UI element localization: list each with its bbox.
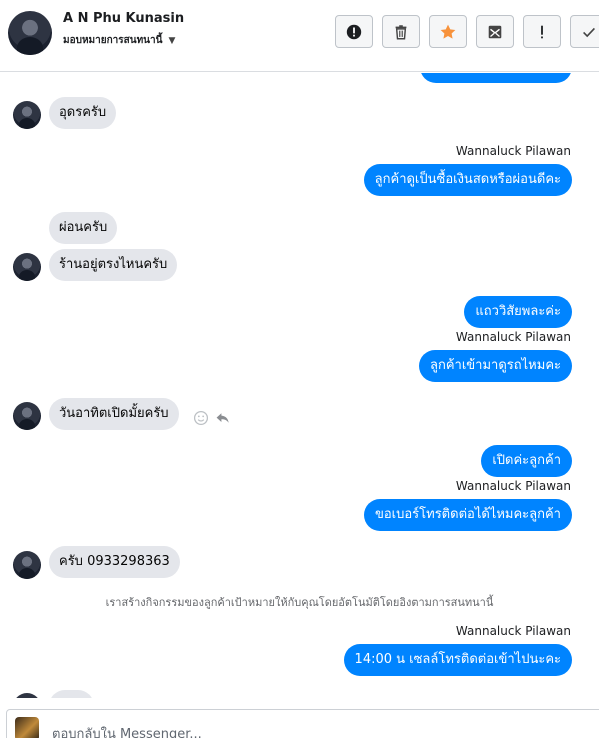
message-bubble-outgoing-partial[interactable] xyxy=(420,73,572,83)
contact-name[interactable]: A N Phu Kunasin xyxy=(63,11,184,26)
message-thread: อุดรครับ Wannaluck Pilawan ลูกค้าดูเป็นซ… xyxy=(0,73,599,698)
delete-button[interactable] xyxy=(382,15,420,48)
sender-name: Wannaluck Pilawan xyxy=(455,479,571,493)
message-bubble-incoming[interactable]: อุดรครับ xyxy=(49,97,117,129)
chevron-down-icon: ▼ xyxy=(168,35,176,46)
message-bubble-outgoing[interactable]: เปิดค่ะลูกค้า xyxy=(481,445,572,477)
contact-avatar-small[interactable] xyxy=(13,551,41,579)
sender-name: Wannaluck Pilawan xyxy=(455,624,571,638)
reply-placeholder: ตอบกลับใน Messenger... xyxy=(52,727,202,738)
mark-done-button[interactable] xyxy=(570,15,599,48)
reply-composer: ตอบกลับใน Messenger... xyxy=(0,698,599,738)
conversation-header: A N Phu Kunasin มอบหมายการสนทนานี้ ▼ xyxy=(0,0,599,72)
alert-circle-icon xyxy=(346,24,362,39)
message-actions xyxy=(193,410,231,426)
contact-avatar[interactable] xyxy=(8,11,52,55)
star-icon xyxy=(440,24,456,39)
system-notification: เราสร้างกิจกรรมของลูกค้าเป้าหมายให้กับคุ… xyxy=(105,596,494,609)
contact-avatar-small[interactable] xyxy=(13,253,41,281)
follow-up-button[interactable] xyxy=(429,15,467,48)
message-bubble-outgoing[interactable]: 14:00 น เซลล์โทรติดต่อเข้าไปนะคะ xyxy=(343,644,572,676)
message-bubble-incoming[interactable]: ร้านอยู่ตรงไหนครับ xyxy=(49,249,178,281)
message-bubble-incoming[interactable]: ครับ 0933298363 xyxy=(49,546,180,578)
conversation-toolbar xyxy=(335,15,599,48)
sender-name: Wannaluck Pilawan xyxy=(455,330,571,344)
mark-unread-button[interactable] xyxy=(476,15,514,48)
message-bubble-incoming[interactable]: วันอาทิตเปิดมั้ยครับ xyxy=(49,398,179,430)
message-bubble-incoming-partial xyxy=(49,690,94,698)
assign-conversation-dropdown[interactable]: มอบหมายการสนทนานี้ ▼ xyxy=(63,33,175,48)
message-bubble-outgoing[interactable]: ลูกค้าดูเป็นซื้อเงินสดหรือผ่อนดีคะ xyxy=(363,164,572,196)
assign-label: มอบหมายการสนทนานี้ xyxy=(63,35,163,46)
emoji-reaction-icon[interactable] xyxy=(193,410,209,426)
mail-icon xyxy=(488,25,502,38)
check-icon xyxy=(583,27,595,37)
reply-icon[interactable] xyxy=(215,410,231,426)
mark-spam-button[interactable] xyxy=(335,15,373,48)
message-bubble-incoming[interactable]: ผ่อนครับ xyxy=(49,212,118,244)
mark-important-button[interactable] xyxy=(523,15,561,48)
message-bubble-outgoing[interactable]: แถววิสัยพละค่ะ xyxy=(464,296,572,328)
page-avatar xyxy=(15,717,39,738)
sender-name: Wannaluck Pilawan xyxy=(455,144,571,158)
message-bubble-outgoing[interactable]: ขอเบอร์โทรติดต่อได้ไหมคะลูกค้า xyxy=(363,499,572,531)
contact-avatar-small[interactable] xyxy=(13,101,41,129)
message-bubble-outgoing[interactable]: ลูกค้าเข้ามาดูรถไหมคะ xyxy=(419,350,572,382)
contact-avatar-small[interactable] xyxy=(13,402,41,430)
exclamation-icon xyxy=(541,25,543,38)
trash-icon xyxy=(395,24,407,39)
